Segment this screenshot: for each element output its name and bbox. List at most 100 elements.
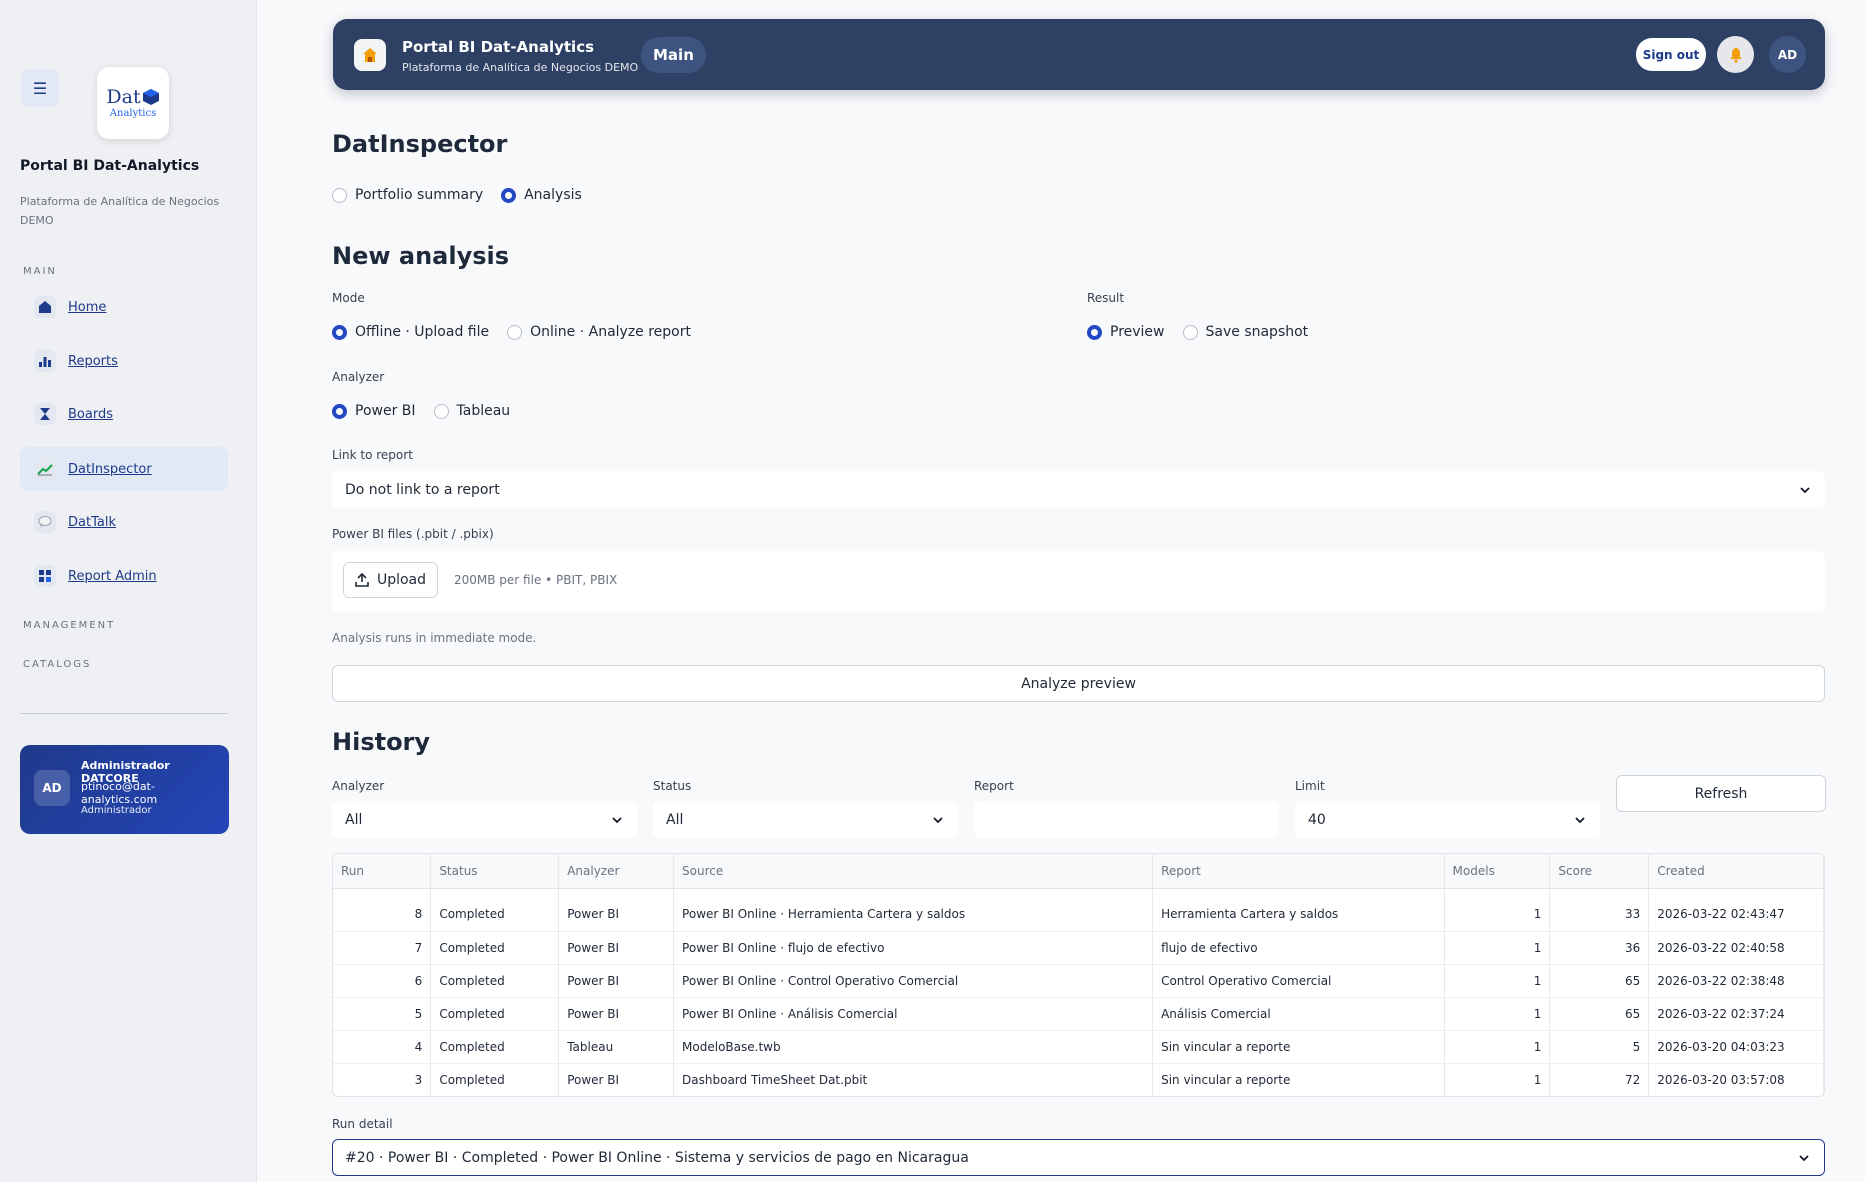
- table-cell: 65: [1549, 997, 1650, 1031]
- menu-toggle-button[interactable]: ☰: [21, 69, 59, 107]
- table-cell: Power BI: [558, 898, 675, 932]
- sidebar-item-reports[interactable]: Reports: [20, 339, 228, 383]
- column-header[interactable]: Score: [1549, 854, 1650, 889]
- radio-indicator: [501, 187, 517, 203]
- radio-analysis[interactable]: Analysis: [501, 187, 582, 203]
- table-cell: Power BI Online · Análisis Comercial: [673, 997, 1154, 1031]
- filter-status-select[interactable]: All: [653, 801, 958, 838]
- select-value: All: [345, 811, 363, 828]
- user-card: AD Administrador DATCORE ptinoco@dat-ana…: [20, 745, 229, 834]
- radio-label: Offline · Upload file: [355, 324, 490, 340]
- table-row[interactable]: 4 Completed Tableau ModeloBase.twb Sin vincu…: [333, 1030, 1824, 1064]
- table-cell: Completed: [430, 997, 560, 1031]
- table-cell: Análisis Comercial: [1152, 997, 1445, 1031]
- filter-limit-select[interactable]: 40: [1295, 801, 1600, 838]
- logo-text: Dat: [106, 85, 141, 108]
- table-row[interactable]: 6 Completed Power BI Power BI Online · Cont…: [333, 964, 1824, 998]
- radio-offline-upload[interactable]: Offline · Upload file: [332, 324, 489, 340]
- table-cell: Completed: [430, 1030, 560, 1064]
- house-icon: [34, 296, 56, 318]
- table-cell: 1: [1444, 997, 1551, 1031]
- radio-label: Tableau: [456, 403, 511, 419]
- bell-icon: [1729, 47, 1742, 63]
- radio-label: Preview: [1110, 324, 1165, 340]
- run-detail-select[interactable]: #20 · Power BI · Completed · Power BI On…: [332, 1139, 1825, 1176]
- table-cell: Completed: [430, 964, 560, 998]
- table-cell: 72: [1549, 1063, 1650, 1096]
- radio-preview[interactable]: Preview: [1087, 324, 1165, 340]
- table-cell: Completed: [430, 1063, 560, 1096]
- topbar-title: Portal BI Dat-Analytics: [402, 38, 595, 56]
- column-header[interactable]: Analyzer: [558, 854, 675, 889]
- table-row[interactable]: 5 Completed Power BI Power BI Online · Anál…: [333, 997, 1824, 1031]
- select-value: 40: [1308, 811, 1326, 828]
- top-bar: Portal BI Dat-Analytics Plataforma de An…: [333, 19, 1825, 90]
- sidebar-subtitle: Plataforma de Analítica de Negocios DEMO: [20, 195, 220, 227]
- radio-save-snapshot[interactable]: Save snapshot: [1182, 324, 1308, 340]
- run-detail-label: Run detail: [332, 1117, 393, 1131]
- sidebar: ☰ Dat Analytics Portal BI Dat-Analytics …: [0, 0, 257, 1182]
- radio-indicator: [332, 403, 347, 419]
- upload-button-label: Upload: [376, 572, 427, 588]
- page-title: DatInspector: [332, 130, 508, 158]
- column-header[interactable]: Source: [673, 854, 1154, 889]
- user-email: ptinoco@dat-analytics.com: [81, 780, 158, 806]
- topbar-subtitle: Plataforma de Analítica de Negocios DEMO: [402, 61, 639, 74]
- history-title: History: [332, 728, 431, 756]
- table-cell: Power BI: [558, 997, 675, 1031]
- column-header[interactable]: Report: [1152, 854, 1445, 889]
- table-header-row: Run Status Analyzer Source Report Models…: [333, 854, 1824, 889]
- column-header[interactable]: Models: [1444, 854, 1551, 889]
- sidebar-item-dattalk[interactable]: DatTalk: [20, 500, 228, 544]
- sidebar-item-home[interactable]: Home: [20, 285, 228, 329]
- sidebar-item-label: Boards: [68, 406, 113, 422]
- radio-indicator: [507, 324, 523, 340]
- table-cell: Sin vincular a reporte: [1152, 1063, 1445, 1096]
- sidebar-item-boards[interactable]: Boards: [20, 392, 228, 436]
- section-catalogs[interactable]: CATALOGS: [23, 659, 91, 670]
- new-analysis-title: New analysis: [332, 242, 510, 270]
- sidebar-item-report-admin[interactable]: Report Admin: [20, 554, 228, 598]
- radio-label: Portfolio summary: [355, 187, 484, 203]
- table-cell: 2026-03-22 02:38:48: [1648, 964, 1824, 998]
- radio-indicator: [332, 187, 347, 203]
- analyze-preview-button[interactable]: Analyze preview: [332, 665, 1825, 702]
- table-row[interactable]: 7 Completed Power BI Power BI Online · fluj…: [333, 931, 1824, 965]
- table-cell: Herramienta Cartera y saldos: [1152, 898, 1445, 932]
- column-header[interactable]: Run: [333, 854, 432, 889]
- table-cell: Power BI: [558, 931, 675, 965]
- sign-out-button[interactable]: Sign out: [1636, 38, 1706, 71]
- radio-power-bi[interactable]: Power BI: [332, 403, 416, 419]
- filter-analyzer-label: Analyzer: [332, 779, 385, 793]
- upload-hint: 200MB per file • PBIT, PBIX: [454, 573, 618, 587]
- avatar[interactable]: AD: [1769, 36, 1806, 73]
- logo: Dat Analytics: [97, 67, 169, 139]
- radio-online-analyze[interactable]: Online · Analyze report: [507, 324, 691, 340]
- table-cell: 5: [333, 997, 432, 1031]
- section-management[interactable]: MANAGEMENT: [23, 620, 115, 631]
- column-header[interactable]: Status: [430, 854, 560, 889]
- files-label: Power BI files (.pbit / .pbix): [332, 527, 494, 541]
- notifications-button[interactable]: [1717, 36, 1754, 73]
- column-header[interactable]: Created: [1648, 854, 1824, 889]
- chat-icon: [34, 511, 56, 533]
- hamburger-icon: ☰: [32, 78, 48, 98]
- filter-analyzer-select[interactable]: All: [332, 801, 637, 838]
- filter-report-input[interactable]: [974, 801, 1279, 838]
- link-report-select[interactable]: Do not link to a report: [332, 471, 1825, 508]
- radio-portfolio-summary[interactable]: Portfolio summary: [332, 187, 483, 203]
- bar-chart-icon: [34, 350, 56, 372]
- chevron-down-icon: [1800, 486, 1810, 493]
- home-icon[interactable]: [354, 39, 386, 71]
- radio-tableau[interactable]: Tableau: [433, 403, 511, 419]
- chevron-down-icon: [1799, 1155, 1809, 1162]
- upload-button[interactable]: Upload: [343, 562, 438, 598]
- filter-limit-label: Limit: [1295, 779, 1325, 793]
- select-value: #20 · Power BI · Completed · Power BI On…: [345, 1149, 969, 1166]
- refresh-button[interactable]: Refresh: [1616, 775, 1826, 812]
- table-row[interactable]: 3 Completed Power BI Dashboard TimeSheet Da…: [333, 1063, 1824, 1096]
- file-dropzone[interactable]: Upload 200MB per file • PBIT, PBIX: [332, 551, 1825, 612]
- table-row[interactable]: 8 Completed Power BI Power BI Online · Herr…: [333, 898, 1824, 932]
- sidebar-item-datinspector[interactable]: DatInspector: [20, 447, 228, 491]
- sidebar-title: Portal BI Dat-Analytics: [20, 158, 200, 174]
